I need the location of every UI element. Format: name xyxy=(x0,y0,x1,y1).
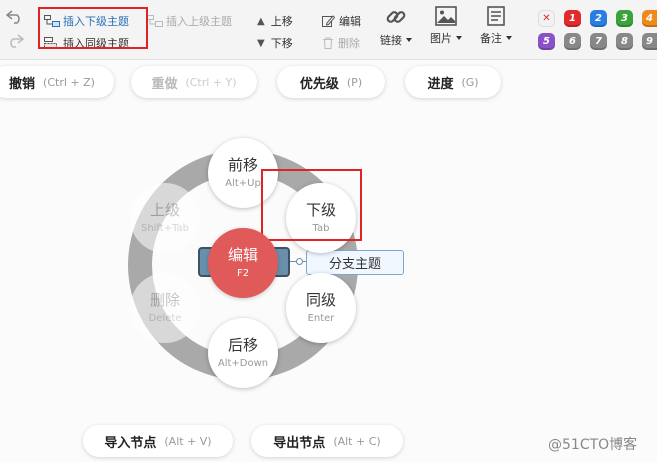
mind-map-editor: 插入下级主题 插入上级主题 插入同级主题 ▲ 上移 ▼ 下移 编辑 删除 链接 … xyxy=(0,0,657,462)
priority-3-badge[interactable]: 3 xyxy=(616,10,633,27)
move-up-button[interactable]: ▲ 上移 xyxy=(257,13,293,29)
toolbar: 插入下级主题 插入上级主题 插入同级主题 ▲ 上移 ▼ 下移 编辑 删除 链接 … xyxy=(0,0,657,60)
priority-7-badge[interactable]: 7 xyxy=(590,33,607,50)
radial-parent-button[interactable]: 上级 Shift+Tab xyxy=(130,183,200,253)
arrow-down-icon: ▼ xyxy=(257,37,265,49)
export-node-pill[interactable]: 导出节点 (Alt + C) xyxy=(251,425,403,457)
backward-key: Alt+Down xyxy=(217,358,269,369)
backward-label: 后移 xyxy=(227,336,258,354)
radial-delete-button[interactable]: 删除 Delete xyxy=(130,273,200,343)
move-down-button[interactable]: ▼ 下移 xyxy=(257,35,293,51)
watermark: @51CTO博客 xyxy=(548,437,638,453)
radial-sibling-button[interactable]: 同级 Enter xyxy=(286,273,356,343)
progress-label: 进度 xyxy=(427,76,454,92)
delete-button[interactable]: 删除 xyxy=(322,35,360,51)
priority-9-badge[interactable]: 9 xyxy=(642,33,657,50)
priority-key: (P) xyxy=(346,75,363,89)
insert-parent-label: 插入上级主题 xyxy=(166,15,232,28)
priority-shortcut-pill[interactable]: 优先级 (P) xyxy=(277,66,385,98)
parent-label: 上级 xyxy=(149,201,180,219)
chevron-down-icon xyxy=(506,36,512,40)
undo-label: 撤销 xyxy=(9,76,36,92)
priority-5-badge[interactable]: 5 xyxy=(538,33,555,50)
highlight-box-child xyxy=(261,169,362,241)
delete-radial-label: 删除 xyxy=(149,291,180,309)
branch-connector-dot xyxy=(296,258,303,265)
import-key: (Alt + V) xyxy=(164,434,212,448)
trash-icon xyxy=(323,37,333,49)
note-label: 备注 xyxy=(480,32,502,45)
undo-key: (Ctrl + Z) xyxy=(43,75,95,89)
export-key: (Alt + C) xyxy=(333,434,381,448)
radial-backward-button[interactable]: 后移 Alt+Down xyxy=(208,318,278,388)
link-button[interactable]: 链接 xyxy=(380,6,412,48)
clear-priority-icon[interactable]: ✕ xyxy=(538,10,555,27)
delete-label: 删除 xyxy=(338,37,360,50)
move-down-label: 下移 xyxy=(270,37,293,50)
link-label: 链接 xyxy=(380,34,402,47)
chevron-down-icon xyxy=(456,36,462,40)
priority-1-badge[interactable]: 1 xyxy=(564,10,581,27)
insert-parent-icon xyxy=(147,15,163,27)
note-button[interactable]: 备注 xyxy=(480,6,512,46)
progress-shortcut-pill[interactable]: 进度 (G) xyxy=(405,66,501,98)
sibling-label: 同级 xyxy=(305,291,336,309)
undo-shortcut-pill[interactable]: 撤销 (Ctrl + Z) xyxy=(0,66,114,98)
export-label: 导出节点 xyxy=(273,435,326,451)
move-up-label: 上移 xyxy=(270,15,293,28)
edit-center-label: 编辑 xyxy=(227,246,258,264)
import-node-pill[interactable]: 导入节点 (Alt + V) xyxy=(83,425,233,457)
priority-2-badge[interactable]: 2 xyxy=(590,10,607,27)
redo-key: (Ctrl + Y) xyxy=(185,75,237,89)
priority-6-badge[interactable]: 6 xyxy=(564,33,581,50)
edit-label: 编辑 xyxy=(339,15,361,28)
priority-label: 优先级 xyxy=(299,76,339,92)
redo-shortcut-pill[interactable]: 重做 (Ctrl + Y) xyxy=(131,66,257,98)
image-icon xyxy=(435,6,457,26)
branch-topic-label: 分支主题 xyxy=(328,257,381,272)
redo-label: 重做 xyxy=(151,76,178,92)
image-button[interactable]: 图片 xyxy=(430,6,462,46)
image-label: 图片 xyxy=(430,32,452,45)
parent-key: Shift+Tab xyxy=(140,223,190,234)
redo-arrow-icon[interactable] xyxy=(6,34,24,48)
forward-key: Alt+Up xyxy=(225,178,261,189)
delete-radial-key: Delete xyxy=(148,313,182,324)
arrow-up-icon: ▲ xyxy=(257,15,265,27)
import-label: 导入节点 xyxy=(104,435,157,451)
branch-topic-node[interactable]: 分支主题 xyxy=(306,250,404,275)
radial-edit-button[interactable]: 编辑 F2 xyxy=(208,228,278,298)
link-chain-icon xyxy=(386,11,406,23)
edit-pencil-icon xyxy=(322,15,335,27)
forward-label: 前移 xyxy=(227,156,258,174)
chevron-down-icon xyxy=(406,38,412,42)
edit-button[interactable]: 编辑 xyxy=(322,13,361,29)
progress-key: (G) xyxy=(461,75,479,89)
note-icon xyxy=(487,6,505,26)
undo-arrow-icon[interactable] xyxy=(6,10,24,24)
edit-center-key: F2 xyxy=(236,268,250,279)
highlight-box-insert xyxy=(38,7,148,49)
insert-parent-topic-button[interactable]: 插入上级主题 xyxy=(147,13,232,29)
priority-4-badge[interactable]: 4 xyxy=(642,10,657,27)
sibling-key: Enter xyxy=(307,313,335,324)
priority-8-badge[interactable]: 8 xyxy=(616,33,633,50)
